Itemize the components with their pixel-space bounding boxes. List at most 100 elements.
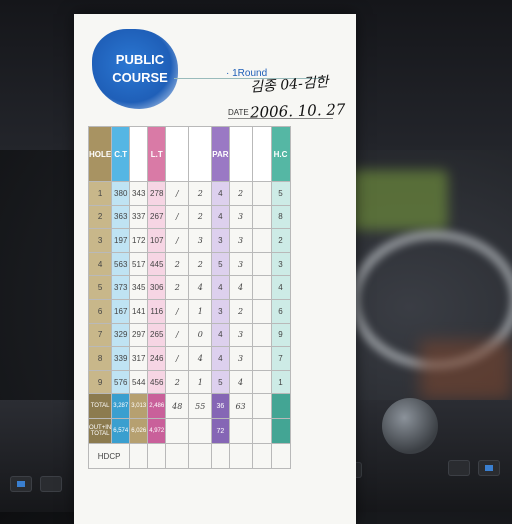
player3-score: 2 [228, 181, 253, 206]
hdcp-cell [129, 443, 149, 470]
hole-row: 6 167 141 116/1 3 2 6 [87, 298, 291, 324]
player2-score: 4 [188, 346, 213, 371]
keyboard-key [448, 460, 470, 476]
background-brown-object [420, 340, 512, 400]
player3-score: 3 [228, 322, 253, 348]
ct-distance: 576 [111, 369, 131, 395]
lt-distance: 246 [147, 346, 167, 371]
hole-number: 4 [87, 251, 113, 277]
outin-rt: 6,026 [129, 418, 149, 445]
hole-number: 2 [87, 204, 113, 230]
ct-distance: 380 [111, 181, 131, 206]
hole-number: 7 [87, 322, 113, 348]
background-green-object [348, 170, 448, 230]
hole-row: 5 373 345 306 2 4 4 4 4 [87, 275, 291, 300]
brand-line1: PUBLIC [115, 52, 165, 67]
player1-score: / [165, 228, 190, 253]
lt-distance: 445 [147, 251, 167, 277]
player1-header: 김 이한 [165, 126, 190, 182]
player1-score: / [165, 204, 190, 230]
par-value: 4 [211, 275, 230, 300]
par-value: 3 [211, 228, 230, 253]
date-label: DATE [228, 108, 249, 117]
handicap-index: 5 [270, 181, 291, 206]
total-player2: 55 [188, 393, 213, 420]
ct-distance: 373 [111, 275, 131, 300]
hole-row: 3 197 172 107/3 3 3 2 [87, 228, 291, 253]
player3-score: 3 [228, 204, 253, 230]
player2-score: 4 [188, 275, 213, 300]
total-lt: 2,486 [147, 393, 167, 420]
player3-score: 3 [228, 251, 253, 277]
blank-cell [251, 298, 272, 324]
player2-score: 3 [188, 228, 213, 253]
rt-distance: 337 [129, 204, 149, 230]
blank-cell [251, 322, 272, 348]
outin-hc [270, 418, 291, 445]
player2-score: 1 [188, 298, 213, 324]
hole-row: 9 576 544 456 2 1 5 4 1 [87, 369, 291, 395]
hole-row: 7 329 297 265/0 4 3 9 [87, 322, 291, 348]
scorecard: PUBLIC COURSE · 1Round 김종 04-김한 DATE 200… [74, 14, 356, 524]
rt-distance: 345 [129, 275, 149, 300]
player1-score: 2 [165, 251, 190, 277]
hdcp-cell [270, 443, 291, 470]
total-player1: 48 [165, 393, 190, 420]
keyboard-key [10, 476, 32, 492]
player2-score: 2 [188, 181, 213, 206]
handwritten-date: 2006. 10. 27 [249, 100, 346, 122]
par-header: PAR [211, 126, 230, 182]
volume-knob [382, 398, 438, 454]
rt-distance: 343 [129, 181, 149, 206]
hole-number: 6 [87, 298, 113, 324]
player3-score: 3 [228, 228, 253, 253]
ct-distance: 329 [111, 322, 131, 348]
lt-distance: 267 [147, 204, 167, 230]
outin-lt: 4,972 [147, 418, 167, 445]
player3-score: 4 [228, 369, 253, 395]
score-table: HOLE C.T R.T L.T 김 이한 김 지훈 PAR 김 종현 H.C … [87, 126, 291, 470]
brand-line2: COURSE [112, 70, 168, 85]
hole-rows: 1 380 343 278/2 4 2 5 2 363 337 267/2 4 3 8 3 197 172 107… [87, 181, 291, 395]
hdcp-cell [228, 443, 253, 470]
par-value: 4 [211, 204, 230, 230]
keyboard-key [40, 476, 62, 492]
ct-distance: 363 [111, 204, 131, 230]
player1-score: 2 [165, 275, 190, 300]
handicap-index: 6 [270, 298, 291, 324]
rt-distance: 517 [129, 251, 149, 277]
par-value: 3 [211, 298, 230, 324]
rt-distance: 172 [129, 228, 149, 253]
blank-cell [251, 346, 272, 371]
handwritten-names: 김종 04-김한 [249, 74, 330, 96]
par-value: 4 [211, 322, 230, 348]
blank-cell [251, 204, 272, 230]
hdcp-label: HDCP [87, 443, 131, 470]
player1-score: / [165, 298, 190, 324]
total-hc [270, 393, 291, 420]
handicap-index: 9 [270, 322, 291, 348]
header-row: HOLE C.T R.T L.T 김 이한 김 지훈 PAR 김 종현 H.C [87, 126, 291, 182]
hdcp-cell [211, 443, 230, 470]
player3-score: 3 [228, 346, 253, 371]
hole-number: 8 [87, 346, 113, 371]
total-blank [251, 393, 272, 420]
outin-par: 72 [211, 418, 230, 445]
ct-distance: 339 [111, 346, 131, 371]
total-player3: 63 [228, 393, 253, 420]
total-par: 36 [211, 393, 230, 420]
hole-number: 5 [87, 275, 113, 300]
rt-distance: 141 [129, 298, 149, 324]
ct-header: C.T [111, 126, 131, 182]
handicap-index: 4 [270, 275, 291, 300]
hdcp-cell [147, 443, 167, 470]
hole-number: 9 [87, 369, 113, 395]
rt-header: R.T [129, 126, 149, 182]
hole-row: 8 339 317 246/4 4 3 7 [87, 346, 291, 371]
par-value: 4 [211, 181, 230, 206]
handicap-index: 1 [270, 369, 291, 395]
hc-header: H.C [270, 126, 291, 182]
lt-distance: 265 [147, 322, 167, 348]
lt-distance: 306 [147, 275, 167, 300]
hdcp-row: HDCP [87, 443, 291, 470]
